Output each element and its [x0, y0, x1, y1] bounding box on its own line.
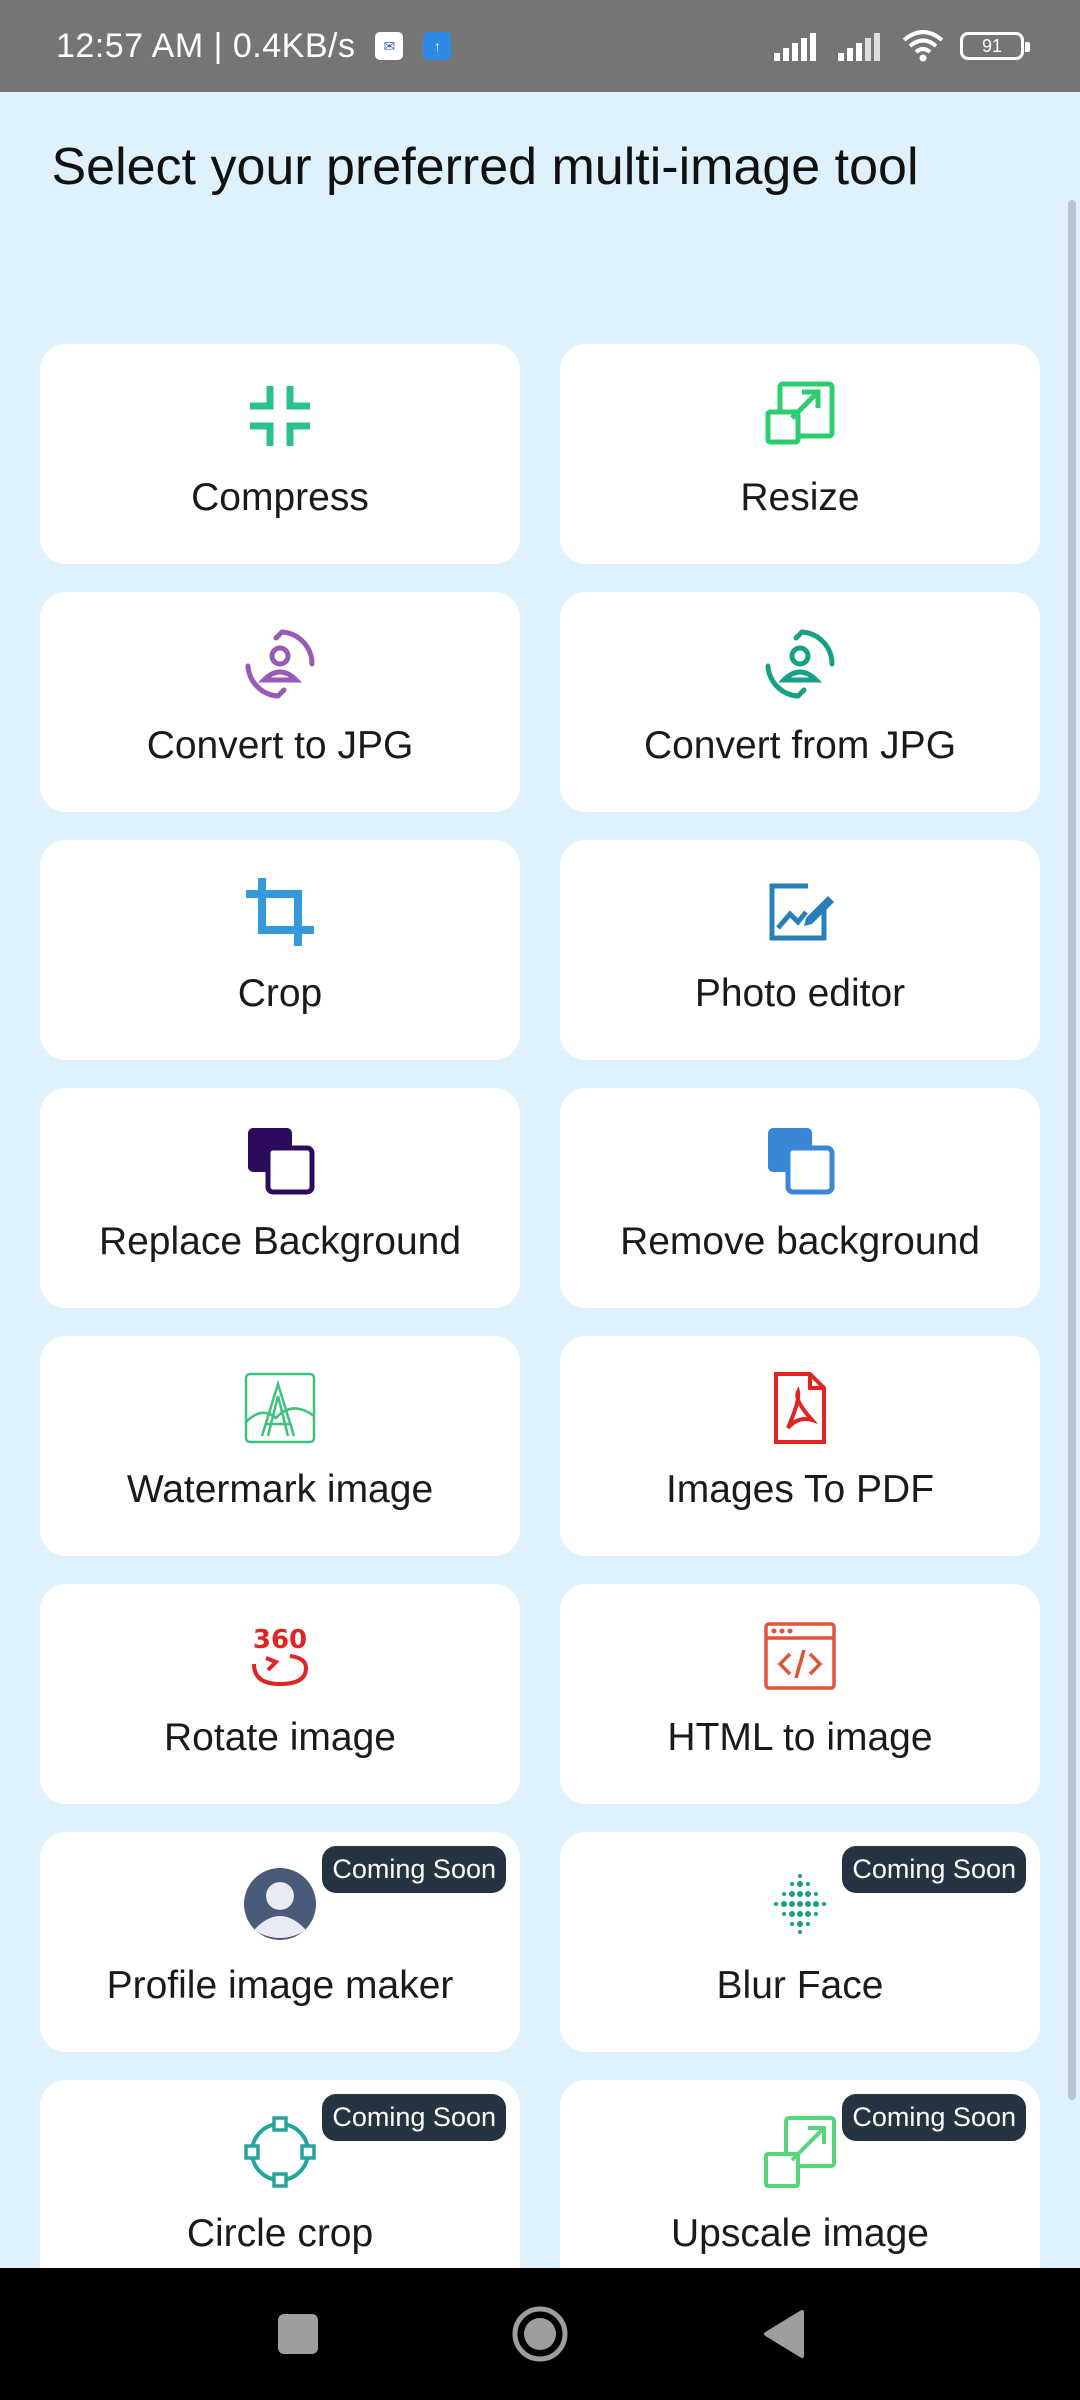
- tool-label: Upscale image: [671, 2212, 929, 2255]
- coming-soon-badge: Coming Soon: [322, 1846, 506, 1893]
- upscale-icon: [762, 2114, 838, 2190]
- svg-text:360: 360: [253, 1625, 307, 1655]
- home-circle-icon: [512, 2306, 568, 2362]
- tool-card-photo-editor[interactable]: Photo editor: [560, 840, 1040, 1060]
- tool-card-blur-face[interactable]: Blur Face Coming Soon: [560, 1832, 1040, 2052]
- tool-label: Convert to JPG: [146, 724, 414, 767]
- resize-icon: [762, 378, 838, 454]
- wifi-icon: [902, 30, 944, 62]
- tool-label: Compress: [191, 476, 369, 519]
- tool-card-html-to-image[interactable]: HTML to image: [560, 1584, 1040, 1804]
- status-bar: 12:57 AM | 0.4KB/s ✉ ↑ 91: [0, 0, 1080, 92]
- tool-card-remove-background[interactable]: Remove background: [560, 1088, 1040, 1308]
- tool-label: Resize: [740, 476, 860, 519]
- watermark-icon: [242, 1370, 318, 1446]
- tool-label: Watermark image: [126, 1468, 434, 1511]
- tool-grid: Compress Resize Convert to JPG Convert f…: [40, 344, 1040, 2268]
- rotate-360-icon: 360: [242, 1618, 318, 1694]
- circle-crop-icon: [242, 2114, 318, 2190]
- upload-icon: ↑: [423, 32, 452, 60]
- tool-card-profile-image-maker[interactable]: Profile image maker Coming Soon: [40, 1832, 520, 2052]
- coming-soon-badge: Coming Soon: [322, 2094, 506, 2141]
- replace-background-icon: [242, 1122, 318, 1198]
- signal-icon: [774, 33, 816, 61]
- tool-card-crop[interactable]: Crop: [40, 840, 520, 1060]
- remove-background-icon: [762, 1122, 838, 1198]
- tool-label: Rotate image: [164, 1716, 396, 1759]
- tool-card-convert-from-jpg[interactable]: Convert from JPG: [560, 592, 1040, 812]
- blur-dots-icon: [762, 1866, 838, 1942]
- tool-label: Convert from JPG: [643, 724, 957, 767]
- tool-label: Images To PDF: [665, 1468, 935, 1511]
- back-button[interactable]: [756, 2306, 812, 2362]
- tool-label: Circle crop: [186, 2212, 374, 2255]
- tool-card-upscale-image[interactable]: Upscale image Coming Soon: [560, 2080, 1040, 2268]
- pdf-icon: [762, 1370, 838, 1446]
- scrollbar[interactable]: [1068, 200, 1076, 2100]
- photo-editor-icon: [762, 874, 838, 950]
- tool-label: HTML to image: [667, 1716, 933, 1759]
- tool-card-compress[interactable]: Compress: [40, 344, 520, 564]
- tool-card-watermark-image[interactable]: Watermark image: [40, 1336, 520, 1556]
- coming-soon-badge: Coming Soon: [842, 2094, 1026, 2141]
- battery-level: 91: [981, 35, 1003, 56]
- back-triangle-icon: [764, 2310, 804, 2358]
- tool-selection-screen[interactable]: Select your preferred multi-image tool C…: [0, 92, 1080, 2268]
- signal-icon-2: [838, 33, 880, 61]
- tool-label: Blur Face: [716, 1964, 884, 2007]
- tool-card-resize[interactable]: Resize: [560, 344, 1040, 564]
- tool-card-replace-background[interactable]: Replace Background: [40, 1088, 520, 1308]
- tool-label: Crop: [237, 972, 323, 1015]
- battery-indicator: 91: [960, 32, 1030, 60]
- tool-label: Photo editor: [694, 972, 906, 1015]
- sms-icon: ✉: [375, 32, 404, 60]
- convert-from-jpg-icon: [762, 626, 838, 702]
- html-code-icon: [762, 1618, 838, 1694]
- tool-card-images-to-pdf[interactable]: Images To PDF: [560, 1336, 1040, 1556]
- tool-card-convert-to-jpg[interactable]: Convert to JPG: [40, 592, 520, 812]
- home-button[interactable]: [510, 2304, 570, 2364]
- recents-button[interactable]: [270, 2306, 326, 2362]
- tool-label: Remove background: [620, 1220, 980, 1263]
- avatar-icon: [242, 1866, 318, 1942]
- crop-icon: [242, 874, 318, 950]
- page-title: Select your preferred multi-image tool: [51, 138, 919, 196]
- tool-label: Replace Background: [98, 1220, 462, 1263]
- convert-to-jpg-icon: [242, 626, 318, 702]
- tool-card-rotate-image[interactable]: 360 Rotate image: [40, 1584, 520, 1804]
- tool-label: Profile image maker: [106, 1964, 454, 2007]
- tool-card-circle-crop[interactable]: Circle crop Coming Soon: [40, 2080, 520, 2268]
- navigation-bar: [0, 2268, 1080, 2400]
- square-icon: [278, 2314, 318, 2354]
- coming-soon-badge: Coming Soon: [842, 1846, 1026, 1893]
- compress-icon: [242, 378, 318, 454]
- status-time: 12:57 AM | 0.4KB/s: [56, 26, 356, 65]
